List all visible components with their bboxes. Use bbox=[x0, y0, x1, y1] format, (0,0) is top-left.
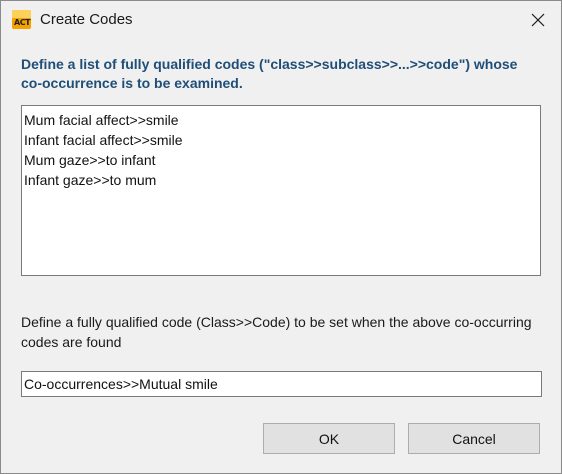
code-line: Infant gaze>>to mum bbox=[24, 172, 157, 188]
code-line: Mum facial affect>>smile bbox=[24, 112, 179, 128]
target-code-description: Define a fully qualified code (Class>>Co… bbox=[21, 314, 532, 350]
close-button[interactable] bbox=[515, 1, 561, 38]
app-icon: ACT bbox=[12, 10, 31, 29]
ok-button[interactable]: OK bbox=[263, 423, 395, 454]
instructions-heading: Define a list of fully qualified codes (… bbox=[21, 56, 518, 91]
codes-textarea[interactable]: Mum facial affect>>smile Infant facial a… bbox=[21, 105, 541, 276]
target-code-input[interactable]: Co-occurrences>>Mutual smile bbox=[21, 371, 542, 397]
code-line: Mum gaze>>to infant bbox=[24, 152, 156, 168]
app-icon-stripe bbox=[12, 10, 31, 18]
code-line: Infant facial affect>>smile bbox=[24, 132, 183, 148]
cancel-button[interactable]: Cancel bbox=[408, 423, 540, 454]
title-bar[interactable]: ACT Create Codes bbox=[1, 1, 561, 38]
close-icon bbox=[531, 13, 545, 26]
window-title: Create Codes bbox=[40, 11, 133, 28]
create-codes-dialog: ACT Create Codes Define a list of fully … bbox=[0, 0, 562, 474]
app-icon-label: ACT bbox=[14, 18, 31, 27]
